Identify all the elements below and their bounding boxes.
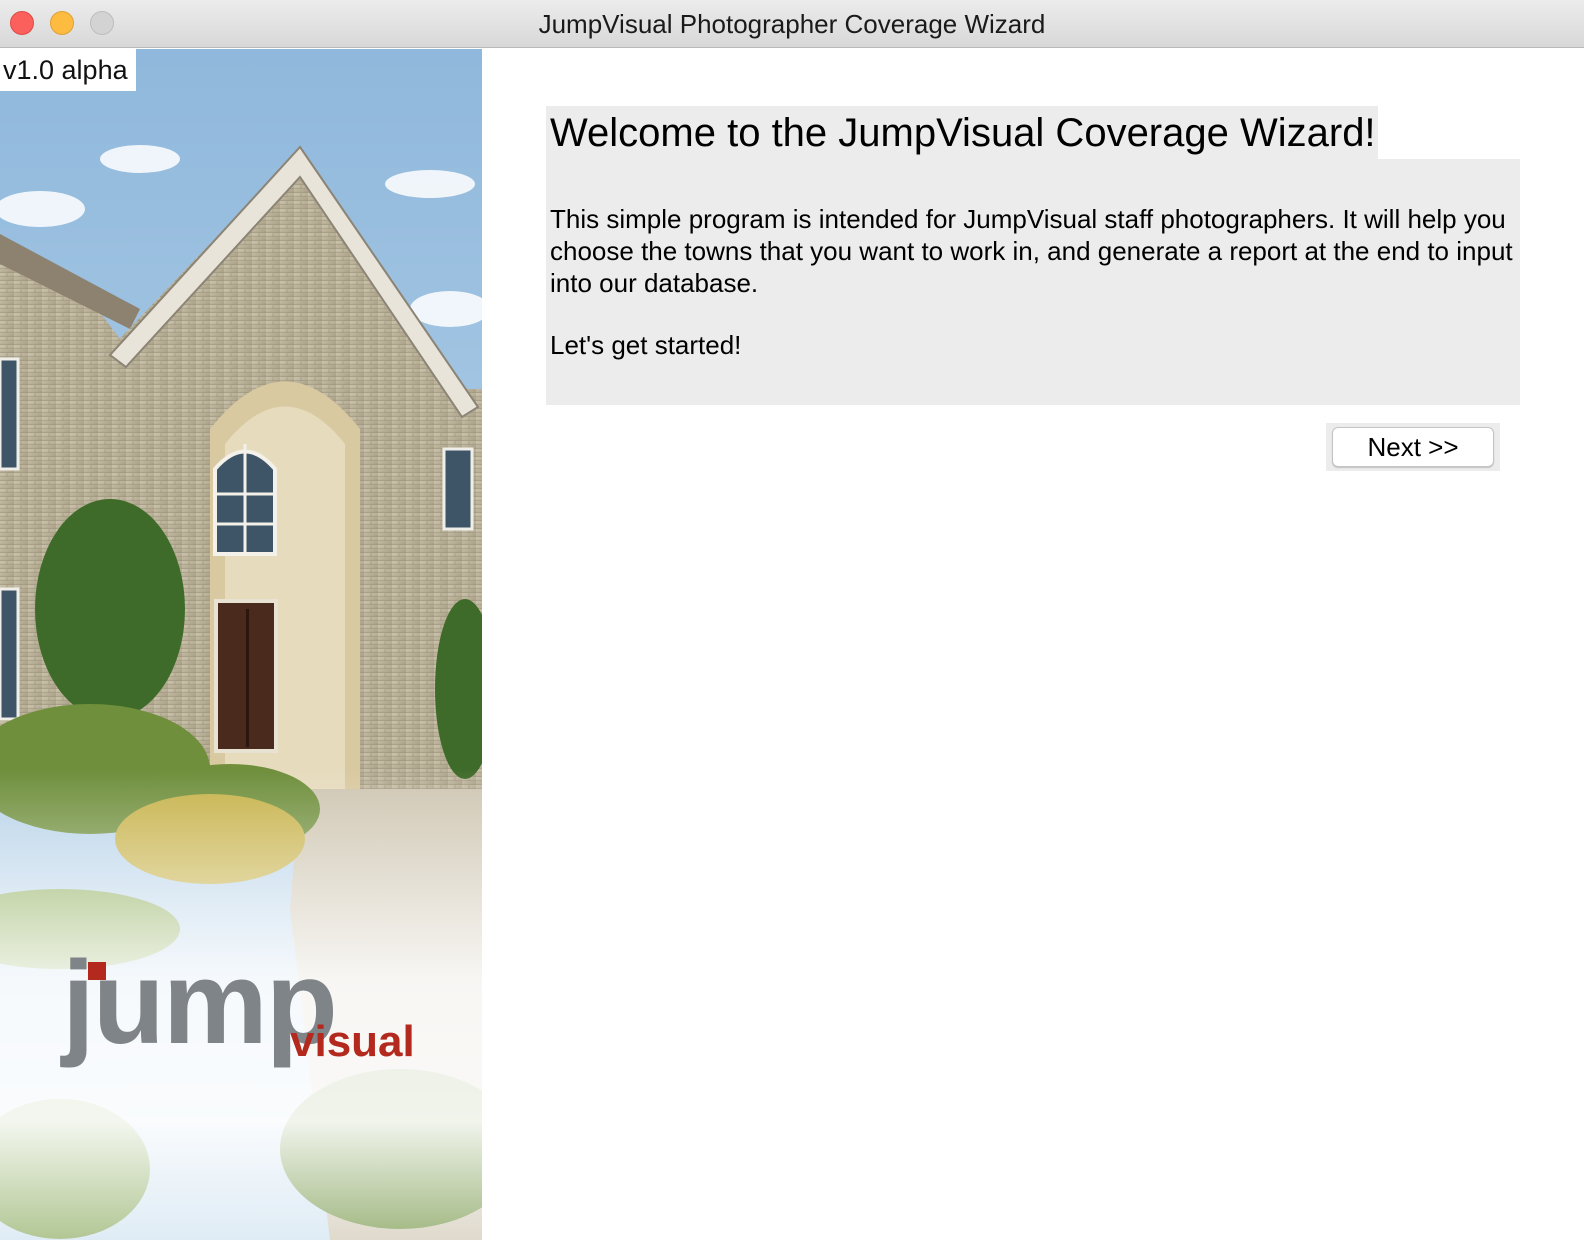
version-label: v1.0 alpha	[0, 49, 136, 91]
next-button[interactable]: Next >>	[1332, 427, 1494, 467]
intro-text: This simple program is intended for Jump…	[550, 204, 1513, 298]
wizard-window: JumpVisual Photographer Coverage Wizard	[0, 0, 1584, 1240]
jumpvisual-logo: jump visual	[62, 944, 442, 1074]
window-title: JumpVisual Photographer Coverage Wizard	[538, 9, 1046, 39]
splash-panel: v1.0 alpha jump visual	[0, 49, 482, 1240]
welcome-heading: Welcome to the JumpVisual Coverage Wizar…	[550, 111, 1376, 155]
title-bar[interactable]: JumpVisual Photographer Coverage Wizard	[0, 0, 1584, 48]
get-started-text: Let's get started!	[550, 330, 742, 360]
next-button-container: Next >>	[1326, 423, 1500, 471]
logo-accent-square	[88, 962, 106, 980]
logo-secondary-text: visual	[290, 1017, 415, 1066]
wizard-content: Welcome to the JumpVisual Coverage Wizar…	[482, 49, 1584, 1240]
